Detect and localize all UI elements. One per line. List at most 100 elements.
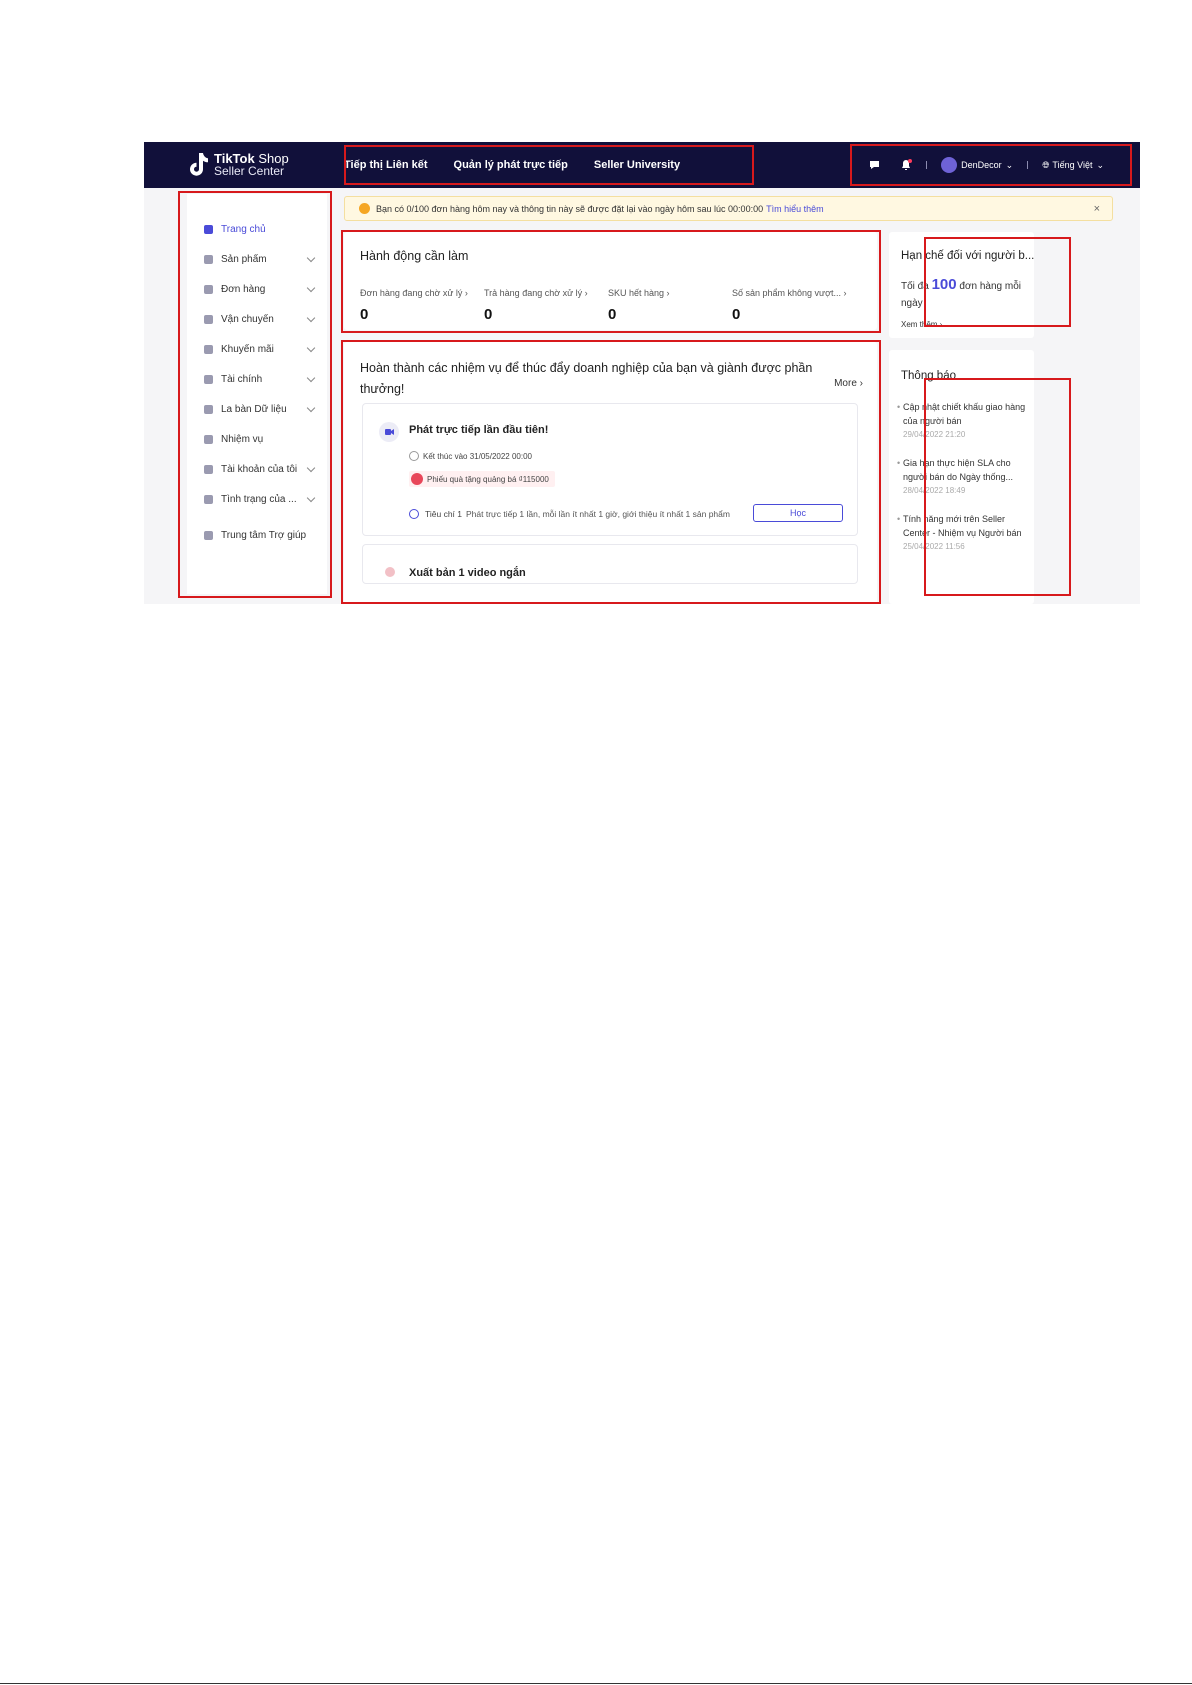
stat-pending-orders[interactable]: Đơn hàng đang chờ xử lý ›	[360, 288, 468, 298]
chevron-down-icon	[306, 493, 316, 502]
sidebar-item-finance[interactable]: Tài chính	[204, 370, 316, 388]
limit-see-more-link[interactable]: Xem thêm ›	[901, 320, 942, 329]
notice-line1: Gia hạn thực hiện SLA cho	[903, 458, 1011, 468]
tiktok-logo-icon	[188, 151, 210, 179]
sidebar-item-label: Trang chủ	[221, 223, 266, 235]
tiktok-shop-logo[interactable]: TikTok Shop Seller Center	[188, 151, 289, 179]
megaphone-icon	[204, 344, 213, 354]
tasks-title-line2: thưởng!	[360, 382, 405, 396]
sidebar-item-label: La bàn Dữ liệu	[221, 403, 287, 415]
learn-button[interactable]: Học	[753, 504, 843, 522]
top-right-tools: DenDecor ⌄ 🌐︎ Tiếng Việt ⌄	[855, 142, 1104, 188]
notice-line2: Center - Nhiệm vụ Người bán	[903, 528, 1022, 538]
stat-failing-products[interactable]: Số sản phẩm không vượt... ›	[732, 288, 846, 298]
warning-icon	[359, 203, 370, 214]
sidebar-item-label: Khuyến mãi	[221, 343, 274, 355]
notices-title: Thông báo	[901, 370, 956, 382]
task-reward: Phiếu quà tặng quảng bá ₫115000	[427, 474, 549, 484]
nav-seller-university[interactable]: Seller University	[594, 159, 680, 171]
chevron-down-icon	[306, 283, 316, 292]
order-limit-card: Hạn chế đối với người b... Tối đa 100 đơ…	[889, 232, 1034, 338]
sidebar-item-label: Tài chính	[221, 373, 263, 385]
limit-prefix: Tối đa	[901, 281, 929, 292]
clock-icon	[409, 451, 419, 461]
notice-item[interactable]: • Gia hạn thực hiện SLA cho người bán do…	[897, 456, 1034, 498]
sidebar-item-data-compass[interactable]: La bàn Dữ liệu	[204, 400, 316, 418]
task-card-second: Xuất bản 1 video ngắn	[362, 544, 858, 584]
sidebar-item-account-health[interactable]: Tình trạng của ...	[204, 490, 316, 508]
help-icon	[204, 530, 213, 540]
shop-avatar	[941, 157, 958, 173]
card-icon	[204, 374, 213, 384]
nav-live-management[interactable]: Quản lý phát trực tiếp	[454, 159, 568, 171]
logo-subtitle: Seller Center	[214, 164, 285, 178]
sidebar: Trang chủ Sản phẩm Đơn hàng Vận chuyển K…	[187, 194, 327, 594]
notice-line2: người bán do Ngày thống...	[903, 472, 1013, 482]
limit-text: Tối đa 100 đơn hàng mỗi	[901, 276, 1021, 293]
language-selector[interactable]: 🌐︎ Tiếng Việt ⌄	[1042, 160, 1104, 171]
limit-suffix: đơn hàng mỗi	[959, 281, 1021, 292]
tasks-more-link[interactable]: More ›	[834, 378, 863, 389]
notification-button[interactable]	[900, 159, 913, 171]
sidebar-item-help-center[interactable]: Trung tâm Trợ giúp	[204, 526, 314, 544]
chat-button[interactable]	[869, 160, 880, 170]
bar-chart-icon	[204, 404, 213, 414]
sidebar-item-shipping[interactable]: Vận chuyển	[204, 310, 316, 328]
globe-icon: 🌐︎	[1042, 159, 1050, 170]
chevron-down-icon	[306, 373, 316, 382]
screenshot-frame: TikTok Shop Seller Center Tiếp thị Liên …	[144, 142, 1140, 604]
criteria-prefix: Tiêu chí 1	[425, 509, 463, 519]
sidebar-item-tasks[interactable]: Nhiệm vụ	[204, 430, 314, 448]
sidebar-item-orders[interactable]: Đơn hàng	[204, 280, 316, 298]
sidebar-item-label: Tài khoản của tôi	[221, 463, 298, 475]
tasks-title: Hoàn thành các nhiệm vụ để thúc đẩy doan…	[360, 358, 813, 400]
notice-item[interactable]: • Cập nhật chiết khấu giao hàng của ngườ…	[897, 400, 1034, 442]
close-icon[interactable]: ×	[1094, 203, 1100, 215]
stat-value: 0	[732, 306, 741, 323]
sidebar-item-label: Tình trạng của ...	[221, 493, 297, 505]
stat-out-of-stock-sku[interactable]: SKU hết hàng ›	[608, 288, 670, 298]
target-icon	[409, 509, 419, 519]
chevron-down-icon	[306, 463, 316, 472]
task-title: Phát trực tiếp lần đầu tiên!	[409, 424, 549, 436]
alert-text: Bạn có 0/100 đơn hàng hôm nay và thông t…	[376, 203, 764, 214]
alert-learn-more-link[interactable]: Tìm hiểu thêm	[766, 204, 824, 214]
chevron-down-icon	[306, 313, 316, 322]
sidebar-item-label: Trung tâm Trợ giúp	[221, 529, 307, 541]
notice-item[interactable]: • Tính năng mới trên Seller Center - Nhi…	[897, 512, 1034, 554]
truck-icon	[204, 314, 213, 324]
tasks-title-line1: Hoàn thành các nhiệm vụ để thúc đẩy doan…	[360, 361, 813, 375]
bell-icon	[902, 159, 913, 170]
notice-line1: Tính năng mới trên Seller	[903, 514, 1005, 524]
shop-account-menu[interactable]: DenDecor ⌄	[941, 157, 1013, 173]
divider	[926, 161, 928, 169]
top-nav: Tiếp thị Liên kết Quản lý phát trực tiếp…	[344, 142, 706, 188]
home-icon	[204, 224, 213, 234]
notice-line2: của người bán	[903, 416, 962, 426]
stat-value: 0	[360, 306, 369, 323]
actions-card: Hành động cần làm Đơn hàng đang chờ xử l…	[344, 232, 877, 330]
product-icon	[204, 254, 213, 264]
sidebar-item-home[interactable]: Trang chủ	[204, 220, 314, 238]
sidebar-item-products[interactable]: Sản phẩm	[204, 250, 316, 268]
sidebar-item-label: Vận chuyển	[221, 313, 274, 325]
criteria-text: Phát trực tiếp 1 lần, mỗi lần ít nhất 1 …	[466, 509, 730, 519]
sidebar-item-label: Đơn hàng	[221, 283, 266, 295]
task-card-first-live: Phát trực tiếp lần đầu tiên! Kết thúc và…	[362, 403, 858, 536]
gift-icon	[411, 473, 423, 485]
chevron-down-icon: ⌄	[1096, 159, 1104, 170]
chevron-down-icon: ⌄	[1005, 159, 1014, 170]
chat-icon	[870, 161, 880, 169]
notices-card: Thông báo • Cập nhật chiết khấu giao hàn…	[889, 350, 1034, 604]
sidebar-item-promotions[interactable]: Khuyến mãi	[204, 340, 316, 358]
stat-value: 0	[484, 306, 493, 323]
order-limit-alert: Bạn có 0/100 đơn hàng hôm nay và thông t…	[344, 196, 1113, 221]
sidebar-item-my-account[interactable]: Tài khoản của tôi	[204, 460, 316, 478]
chevron-down-icon	[306, 253, 316, 262]
limit-title: Hạn chế đối với người b...	[901, 250, 1035, 262]
stat-pending-returns[interactable]: Trả hàng đang chờ xử lý ›	[484, 288, 588, 298]
chevron-down-icon	[306, 403, 316, 412]
nav-affiliate-marketing[interactable]: Tiếp thị Liên kết	[344, 159, 428, 171]
limit-line2: ngày	[901, 298, 923, 309]
limit-number: 100	[931, 276, 957, 293]
